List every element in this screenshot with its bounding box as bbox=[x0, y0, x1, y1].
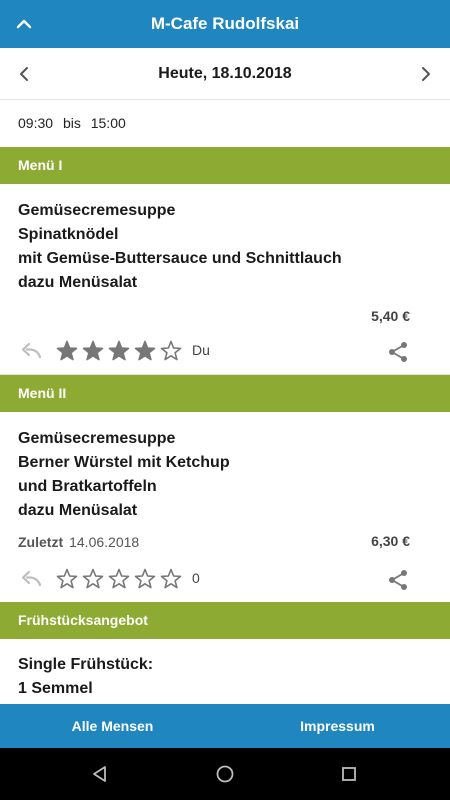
last-served: Zuletzt 14.06.2018 bbox=[18, 534, 139, 550]
star-icon[interactable] bbox=[158, 339, 184, 363]
star-icon[interactable] bbox=[80, 567, 106, 591]
menu-line: Gemüsecremesuppe bbox=[18, 202, 176, 219]
star-icon[interactable] bbox=[132, 339, 158, 363]
menu-item-1: Gemüsecremesuppe Spinatknödel mit Gemüse… bbox=[0, 184, 450, 375]
rating-stars[interactable] bbox=[54, 567, 184, 591]
hours-to: 15:00 bbox=[90, 115, 126, 131]
star-icon[interactable] bbox=[132, 567, 158, 591]
section-header-menu-2: Menü II bbox=[0, 375, 450, 412]
back-triangle-icon bbox=[93, 766, 106, 782]
bottom-navigation: Alle Mensen Impressum bbox=[0, 704, 450, 748]
star-icon[interactable] bbox=[106, 339, 132, 363]
current-date: Heute, 18.10.2018 bbox=[158, 65, 292, 82]
menu-line: 1 Semmel bbox=[18, 680, 93, 697]
share-button[interactable] bbox=[386, 568, 410, 592]
system-back-button[interactable] bbox=[87, 761, 113, 787]
menu-description: Gemüsecremesuppe Spinatknödel mit Gemüse… bbox=[18, 184, 432, 295]
home-circle-icon bbox=[216, 765, 234, 783]
menu-line: und Bratkartoffeln bbox=[18, 478, 157, 495]
undo-icon bbox=[21, 342, 42, 359]
undo-rating-button[interactable] bbox=[18, 568, 44, 590]
last-served-date: 14.06.2018 bbox=[69, 534, 140, 550]
star-icon[interactable] bbox=[80, 339, 106, 363]
chevron-right-icon bbox=[422, 67, 430, 81]
system-navigation-bar bbox=[0, 748, 450, 800]
menu-price: 5,40 € bbox=[371, 308, 410, 324]
star-icon[interactable] bbox=[54, 567, 80, 591]
undo-rating-button[interactable] bbox=[18, 340, 44, 362]
menu-item-2: Gemüsecremesuppe Berner Würstel mit Ketc… bbox=[0, 412, 450, 602]
menu-line: Single Frühstück: bbox=[18, 656, 154, 673]
recents-square-icon bbox=[342, 767, 356, 781]
menu-line: dazu Menüsalat bbox=[18, 274, 138, 291]
share-icon bbox=[389, 570, 407, 590]
hours-separator: bis bbox=[62, 115, 81, 131]
last-served-label: Zuletzt bbox=[18, 534, 64, 550]
opening-hours: 09:30 bis 15:00 bbox=[0, 101, 450, 147]
section-header-breakfast: Frühstücksangebot bbox=[0, 602, 450, 639]
star-icon[interactable] bbox=[158, 567, 184, 591]
tab-all-canteens[interactable]: Alle Mensen bbox=[0, 704, 225, 748]
rating-label: Du bbox=[192, 342, 210, 358]
menu-price: 6,30 € bbox=[371, 533, 410, 549]
menu-line: dazu Menüsalat bbox=[18, 502, 138, 519]
system-home-button[interactable] bbox=[212, 761, 238, 787]
section-header-menu-1: Menü I bbox=[0, 147, 450, 184]
app-title: M-Cafe Rudolfskai bbox=[150, 14, 300, 33]
menu-description: Gemüsecremesuppe Berner Würstel mit Ketc… bbox=[18, 412, 432, 523]
next-day-button[interactable] bbox=[412, 60, 440, 88]
app-bar: M-Cafe Rudolfskai bbox=[0, 0, 450, 48]
menu-line: mit Gemüse-Buttersauce und Schnittlauch bbox=[18, 250, 342, 267]
share-icon bbox=[389, 342, 407, 362]
star-icon[interactable] bbox=[106, 567, 132, 591]
menu-description: Single Frühstück: 1 Semmel bbox=[18, 639, 432, 701]
tab-imprint[interactable]: Impressum bbox=[225, 704, 450, 748]
menu-list[interactable]: 09:30 bis 15:00 Menü I Gemüsecremesuppe … bbox=[0, 101, 450, 704]
menu-line: Gemüsecremesuppe bbox=[18, 430, 176, 447]
rating-count: 0 bbox=[192, 570, 200, 586]
menu-line: Spinatknödel bbox=[18, 226, 119, 243]
star-icon[interactable] bbox=[54, 339, 80, 363]
menu-line: Berner Würstel mit Ketchup bbox=[18, 454, 230, 471]
rating-stars[interactable] bbox=[54, 339, 184, 363]
menu-item-3: Single Frühstück: 1 Semmel bbox=[0, 639, 450, 701]
system-recents-button[interactable] bbox=[336, 761, 362, 787]
undo-icon bbox=[21, 570, 42, 587]
hours-from: 09:30 bbox=[18, 115, 54, 131]
share-button[interactable] bbox=[386, 340, 410, 364]
date-bar: Heute, 18.10.2018 bbox=[0, 48, 450, 100]
